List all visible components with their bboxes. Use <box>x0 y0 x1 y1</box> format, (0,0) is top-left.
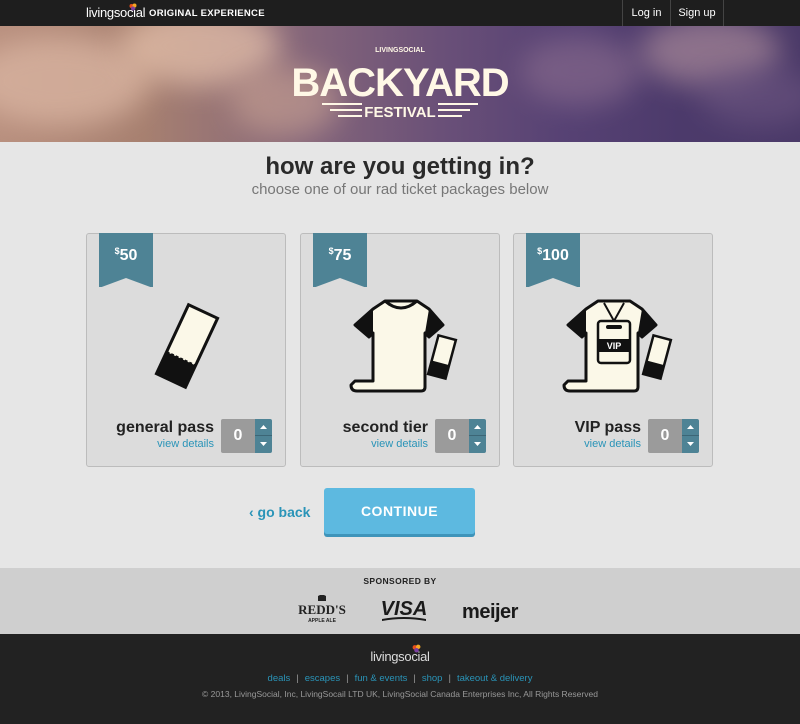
hero-banner: LIVINGSOCIAL BACKYARD FESTIVAL <box>0 26 800 142</box>
increment-button[interactable] <box>255 419 272 436</box>
login-link[interactable]: Log in <box>622 0 670 26</box>
view-details-link[interactable]: view details <box>371 438 428 450</box>
footer-link-fun-events[interactable]: fun & events <box>355 673 408 684</box>
price-label: $100 <box>537 246 569 264</box>
package-card-vip: $100 VIP VIP pass view details 0 <box>513 233 713 467</box>
copyright-text: © 2013, LivingSocial, Inc, LivingSocail … <box>202 689 598 699</box>
chevron-up-icon <box>687 425 694 429</box>
package-name: VIP pass <box>574 419 641 436</box>
footer-link-escapes[interactable]: escapes <box>305 673 340 684</box>
continue-button[interactable]: CONTINUE <box>324 488 475 534</box>
footer: livingsocial deals | escapes | fun & events |… <box>0 634 800 724</box>
hero-title: BACKYARD <box>291 61 508 105</box>
decrement-button[interactable] <box>469 436 486 453</box>
chevron-up-icon <box>260 425 267 429</box>
quantity-field[interactable]: 0 <box>221 419 255 453</box>
footer-link-shop[interactable]: shop <box>422 673 443 684</box>
visa-logo: VISA <box>381 598 428 621</box>
increment-button[interactable] <box>469 419 486 436</box>
page-title: how are you getting in? <box>265 153 535 180</box>
footer-link-takeout-delivery[interactable]: takeout & delivery <box>457 673 533 684</box>
package-name: second tier <box>342 419 428 436</box>
footer-link-deals[interactable]: deals <box>268 673 291 684</box>
svg-text:VISA: VISA <box>381 598 428 620</box>
chevron-down-icon <box>687 442 694 446</box>
page-subtitle: choose one of our rad ticket packages be… <box>251 181 549 198</box>
package-card-second-tier: $75 second tier view details 0 <box>300 233 500 467</box>
svg-text:APPLE ALE: APPLE ALE <box>308 618 337 624</box>
tshirt-ticket-icon <box>349 299 458 393</box>
vip-badge: VIP <box>607 341 622 351</box>
view-details-link[interactable]: view details <box>584 438 641 450</box>
logo-dot-icon <box>129 3 137 11</box>
price-ribbon: $50 <box>99 233 153 288</box>
sponsors-bar: SPONSORED BY REDD'S APPLE ALE VISA meije… <box>0 568 800 634</box>
sponsored-by-label: SPONSORED BY <box>363 576 437 586</box>
package-name: general pass <box>116 419 214 436</box>
redds-logo: REDD'S APPLE ALE <box>298 595 346 624</box>
hero-subtitle: FESTIVAL <box>364 104 435 121</box>
price-ribbon: $75 <box>313 233 367 288</box>
meijer-logo: meijer <box>462 601 519 623</box>
original-experience-label: ORIGINAL EXPERIENCE <box>149 8 265 19</box>
chevron-up-icon <box>474 425 481 429</box>
price-ribbon: $100 <box>526 233 580 288</box>
svg-text:REDD'S: REDD'S <box>298 602 346 617</box>
decrement-button[interactable] <box>255 436 272 453</box>
hero-presenter: LIVINGSOCIAL <box>375 47 426 54</box>
decrement-button[interactable] <box>682 436 699 453</box>
footer-logo-dot-icon <box>412 644 421 653</box>
view-details-link[interactable]: view details <box>157 438 214 450</box>
top-bar: livingsocial ORIGINAL EXPERIENCE Log in … <box>0 0 800 26</box>
svg-text:meijer: meijer <box>462 601 519 623</box>
chevron-down-icon <box>474 442 481 446</box>
ticket-icon <box>154 302 220 390</box>
chevron-down-icon <box>260 442 267 446</box>
price-label: $50 <box>114 246 138 264</box>
vip-tshirt-ticket-icon: VIP <box>562 299 673 393</box>
price-label: $75 <box>328 246 352 264</box>
package-card-general: $50 general pass view details 0 <box>86 233 286 467</box>
signup-link[interactable]: Sign up <box>670 0 724 26</box>
footer-logo[interactable]: livingsocial <box>0 649 800 664</box>
quantity-field[interactable]: 0 <box>648 419 682 453</box>
footer-links: deals | escapes | fun & events | shop | takeout … <box>267 673 533 684</box>
go-back-link[interactable]: ‹ go back <box>249 504 310 520</box>
increment-button[interactable] <box>682 419 699 436</box>
backyard-festival-logo: LIVINGSOCIAL BACKYARD FESTIVAL <box>291 47 509 121</box>
quantity-field[interactable]: 0 <box>435 419 469 453</box>
